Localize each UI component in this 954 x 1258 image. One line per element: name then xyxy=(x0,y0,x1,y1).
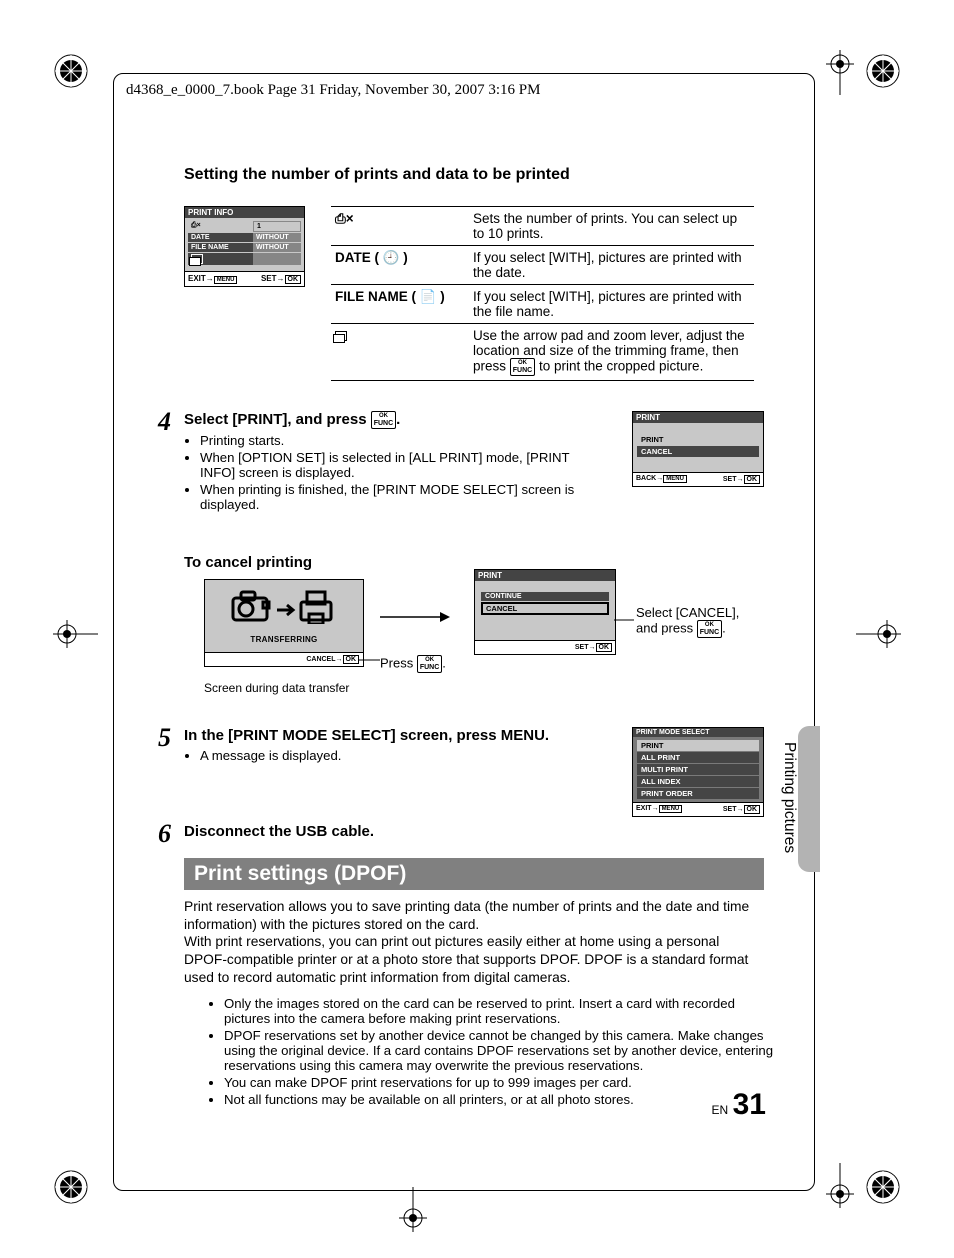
reg-mark-cross xyxy=(820,50,860,95)
print-info-foot-right: SET→OK xyxy=(261,274,301,284)
print-info-row-label: ⎙× xyxy=(188,221,253,232)
cancel-label: CANCEL xyxy=(306,656,335,663)
transferring-label: TRANSFERRING xyxy=(209,635,359,644)
step-number: 4 xyxy=(158,407,171,437)
dialog-item-selected: PRINT xyxy=(637,740,759,751)
dialog-item: ALL INDEX xyxy=(637,776,759,787)
section-tab-label: Printing pictures xyxy=(780,742,798,853)
crop-icon xyxy=(331,324,469,381)
spec-desc: Sets the number of prints. You can selec… xyxy=(469,207,754,246)
camera-to-printer-icon xyxy=(229,588,339,624)
print-info-foot-left: EXIT→MENU xyxy=(188,274,237,284)
step-number: 5 xyxy=(158,723,171,753)
dpof-bullet: You can make DPOF print reservations for… xyxy=(224,1075,784,1090)
print-info-row-label: DATE xyxy=(188,233,253,242)
print-info-row-label: FILE NAME xyxy=(188,243,253,252)
ok-func-button-icon: OKFUNC xyxy=(417,655,442,673)
reg-mark-corner xyxy=(865,53,901,89)
dpof-paragraph: Print reservation allows you to save pri… xyxy=(184,898,764,933)
settings-table: ⎙×Sets the number of prints. You can sel… xyxy=(331,206,754,381)
callout-line xyxy=(614,619,634,621)
reg-mark-cross xyxy=(820,1163,860,1208)
dialog-foot-right: SET→OK xyxy=(723,805,760,814)
section-heading: Setting the number of prints and data to… xyxy=(184,166,764,184)
dialog-foot-left: BACK→MENU xyxy=(636,475,687,484)
dialog-title: PRINT xyxy=(475,570,615,581)
print-continue-screen: PRINT CONTINUE CANCEL SET→OK xyxy=(474,569,616,655)
callout-line xyxy=(358,659,380,661)
arrow-icon xyxy=(380,607,450,627)
step-number: 6 xyxy=(158,819,171,849)
dialog-title: PRINT MODE SELECT xyxy=(633,728,763,737)
print-info-row-value: WITHOUT xyxy=(253,243,301,252)
page-number: EN 31 xyxy=(712,1088,767,1122)
transferring-screen: TRANSFERRING CANCEL→OK xyxy=(204,579,364,667)
print-info-row-value: 1 xyxy=(253,221,301,232)
spec-desc: Use the arrow pad and zoom lever, adjust… xyxy=(469,324,754,381)
step4-bullet: When [OPTION SET] is selected in [ALL PR… xyxy=(200,450,580,480)
dpof-bullet: Not all functions may be available on al… xyxy=(224,1092,784,1107)
spec-desc: If you select [WITH], pictures are print… xyxy=(469,285,754,324)
print-info-row-value: WITHOUT xyxy=(253,233,301,242)
reg-mark-corner xyxy=(53,53,89,89)
dialog-item-selected: CONTINUE xyxy=(481,592,609,601)
print-dialog-screen: PRINT PRINT CANCEL BACK→MENU SET→OK xyxy=(632,411,764,487)
dialog-foot-right: SET→OK xyxy=(575,643,612,652)
ok-func-button-icon: OKFUNC xyxy=(510,358,535,376)
dialog-item-selected: CANCEL xyxy=(637,446,759,457)
reg-mark-corner xyxy=(53,1169,89,1205)
ok-func-button-icon: OKFUNC xyxy=(371,411,396,429)
print-info-screen: PRINT INFO ⎙×1 DATEWITHOUT FILE NAMEWITH… xyxy=(184,206,305,287)
reg-mark-corner xyxy=(865,1169,901,1205)
dpof-bullet: Only the images stored on the card can b… xyxy=(224,996,784,1026)
print-mode-select-screen: PRINT MODE SELECT PRINT ALL PRINT MULTI … xyxy=(632,727,764,817)
reg-mark-cross xyxy=(393,1187,433,1232)
crop-icon xyxy=(188,253,253,265)
section-tab xyxy=(798,726,820,872)
spec-label: ⎙× xyxy=(331,207,469,246)
header-file-info: d4368_e_0000_7.book Page 31 Friday, Nove… xyxy=(126,82,540,99)
step4-bullet: Printing starts. xyxy=(200,433,580,448)
select-cancel-instruction: Select [CANCEL], and press OKFUNC. xyxy=(636,605,756,638)
dpof-bullet: DPOF reservations set by another device … xyxy=(224,1028,784,1073)
dialog-item-outlined: CANCEL xyxy=(481,602,609,615)
dialog-foot-left: EXIT→MENU xyxy=(636,805,682,814)
print-info-title: PRINT INFO xyxy=(185,207,304,218)
dialog-foot-right: SET→OK xyxy=(723,475,760,484)
dpof-section-title: Print settings (DPOF) xyxy=(184,858,764,890)
dialog-title: PRINT xyxy=(633,412,763,423)
spec-desc: If you select [WITH], pictures are print… xyxy=(469,246,754,285)
dialog-item: PRINT ORDER xyxy=(637,788,759,799)
step4-bullet: When printing is finished, the [PRINT MO… xyxy=(200,482,580,512)
dialog-item: ALL PRINT xyxy=(637,752,759,763)
reg-mark-cross xyxy=(53,614,98,654)
press-instruction: Press OKFUNC. xyxy=(380,655,446,673)
dialog-item: MULTI PRINT xyxy=(637,764,759,775)
reg-mark-cross xyxy=(856,614,901,654)
dialog-item: PRINT xyxy=(637,434,759,445)
spec-label: DATE ( 🕘 ) xyxy=(331,246,469,285)
ok-func-button-icon: OKFUNC xyxy=(697,620,722,638)
step6-heading: Disconnect the USB cable. xyxy=(184,823,764,840)
transfer-caption: Screen during data transfer xyxy=(204,681,349,695)
spec-label: FILE NAME ( 📄 ) xyxy=(331,285,469,324)
dpof-paragraph: With print reservations, you can print o… xyxy=(184,933,764,986)
